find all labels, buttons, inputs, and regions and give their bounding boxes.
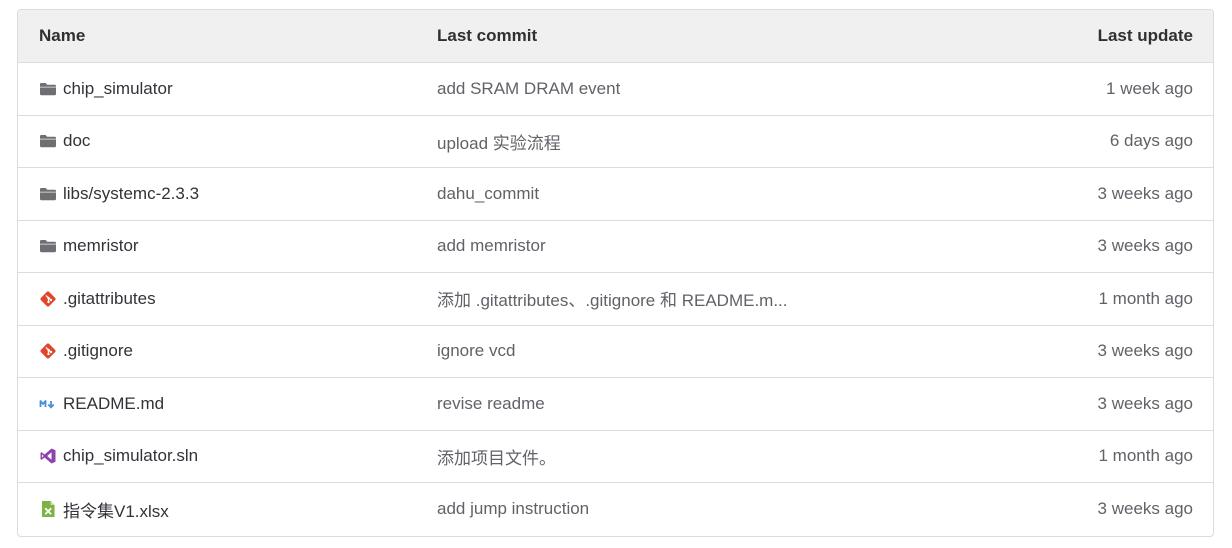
name-cell: chip_simulator xyxy=(39,79,173,99)
table-row: doc upload 实验流程 6 days ago xyxy=(18,116,1213,168)
commit-message-link[interactable]: ignore vcd xyxy=(437,341,515,360)
commit-message-link[interactable]: upload 实验流程 xyxy=(437,134,561,153)
last-update-time: 3 weeks ago xyxy=(1097,393,1193,413)
file-name-link[interactable]: memristor xyxy=(63,236,139,256)
file-name-link[interactable]: .gitignore xyxy=(63,341,133,361)
table-row: .gitignore ignore vcd 3 weeks ago xyxy=(18,326,1213,378)
commit-cell: ignore vcd xyxy=(437,341,515,361)
last-update-time: 1 month ago xyxy=(1098,288,1193,308)
git-icon xyxy=(39,290,57,308)
commit-message-link[interactable]: dahu_commit xyxy=(437,184,539,203)
table-row: .gitattributes 添加 .gitattributes、.gitigno… xyxy=(18,273,1213,326)
last-update-time: 3 weeks ago xyxy=(1097,499,1193,519)
table-row: chip_simulator.sln 添加项目文件。 1 month ago xyxy=(18,431,1213,483)
file-name-link[interactable]: .gitattributes xyxy=(63,289,156,309)
commit-cell: add jump instruction xyxy=(437,499,589,519)
last-update-time: 1 month ago xyxy=(1098,446,1193,466)
markdown-icon xyxy=(39,395,57,413)
table-row: chip_simulator add SRAM DRAM event 1 week … xyxy=(18,63,1213,116)
name-cell: .gitattributes xyxy=(39,289,156,309)
file-table: Name Last commit Last update chip_simula… xyxy=(17,9,1214,537)
commit-message-link[interactable]: 添加项目文件。 xyxy=(437,449,556,468)
file-name-link[interactable]: chip_simulator.sln xyxy=(63,446,198,466)
table-row: memristor add memristor 3 weeks ago xyxy=(18,221,1213,273)
file-name-link[interactable]: doc xyxy=(63,131,90,151)
file-name-link[interactable]: libs/systemc-2.3.3 xyxy=(63,184,199,204)
commit-cell: revise readme xyxy=(437,394,545,414)
name-cell: memristor xyxy=(39,236,139,256)
name-cell: doc xyxy=(39,131,90,151)
folder-icon xyxy=(39,80,57,98)
last-update-time: 3 weeks ago xyxy=(1097,341,1193,361)
table-row: README.md revise readme 3 weeks ago xyxy=(18,378,1213,431)
file-name-link[interactable]: 指令集V1.xlsx xyxy=(63,497,169,522)
commit-cell: upload 实验流程 xyxy=(437,129,561,154)
commit-cell: 添加 .gitattributes、.gitignore 和 README.m.… xyxy=(437,286,788,311)
commit-message-link[interactable]: add jump instruction xyxy=(437,499,589,518)
commit-cell: add SRAM DRAM event xyxy=(437,79,620,99)
commit-message-link[interactable]: revise readme xyxy=(437,394,545,413)
last-update-time: 1 week ago xyxy=(1106,78,1193,98)
last-update-time: 3 weeks ago xyxy=(1097,183,1193,203)
header-last-update: Last update xyxy=(1097,26,1193,45)
table-row: 指令集V1.xlsx add jump instruction 3 weeks ag… xyxy=(18,483,1213,536)
name-cell: libs/systemc-2.3.3 xyxy=(39,184,199,204)
header-last-commit: Last commit xyxy=(437,26,538,45)
commit-message-link[interactable]: add memristor xyxy=(437,236,546,255)
folder-icon xyxy=(39,132,57,150)
last-update-time: 3 weeks ago xyxy=(1097,236,1193,256)
commit-cell: 添加项目文件。 xyxy=(437,444,556,469)
commit-cell: dahu_commit xyxy=(437,184,539,204)
commit-cell: add memristor xyxy=(437,236,546,256)
table-header: Name Last commit Last update xyxy=(18,10,1213,63)
file-name-link[interactable]: chip_simulator xyxy=(63,79,173,99)
visual-studio-icon xyxy=(39,447,57,465)
file-name-link[interactable]: README.md xyxy=(63,394,164,414)
excel-icon xyxy=(39,500,57,518)
last-update-time: 6 days ago xyxy=(1109,131,1193,151)
table-row: libs/systemc-2.3.3 dahu_commit 3 weeks ago xyxy=(18,168,1213,221)
commit-message-link[interactable]: 添加 .gitattributes、.gitignore 和 README.m.… xyxy=(437,291,788,310)
name-cell: 指令集V1.xlsx xyxy=(39,497,169,522)
name-cell: .gitignore xyxy=(39,341,133,361)
folder-icon xyxy=(39,237,57,255)
git-icon xyxy=(39,342,57,360)
folder-icon xyxy=(39,185,57,203)
header-name: Name xyxy=(39,26,86,45)
commit-message-link[interactable]: add SRAM DRAM event xyxy=(437,79,620,98)
name-cell: chip_simulator.sln xyxy=(39,446,198,466)
name-cell: README.md xyxy=(39,394,164,414)
